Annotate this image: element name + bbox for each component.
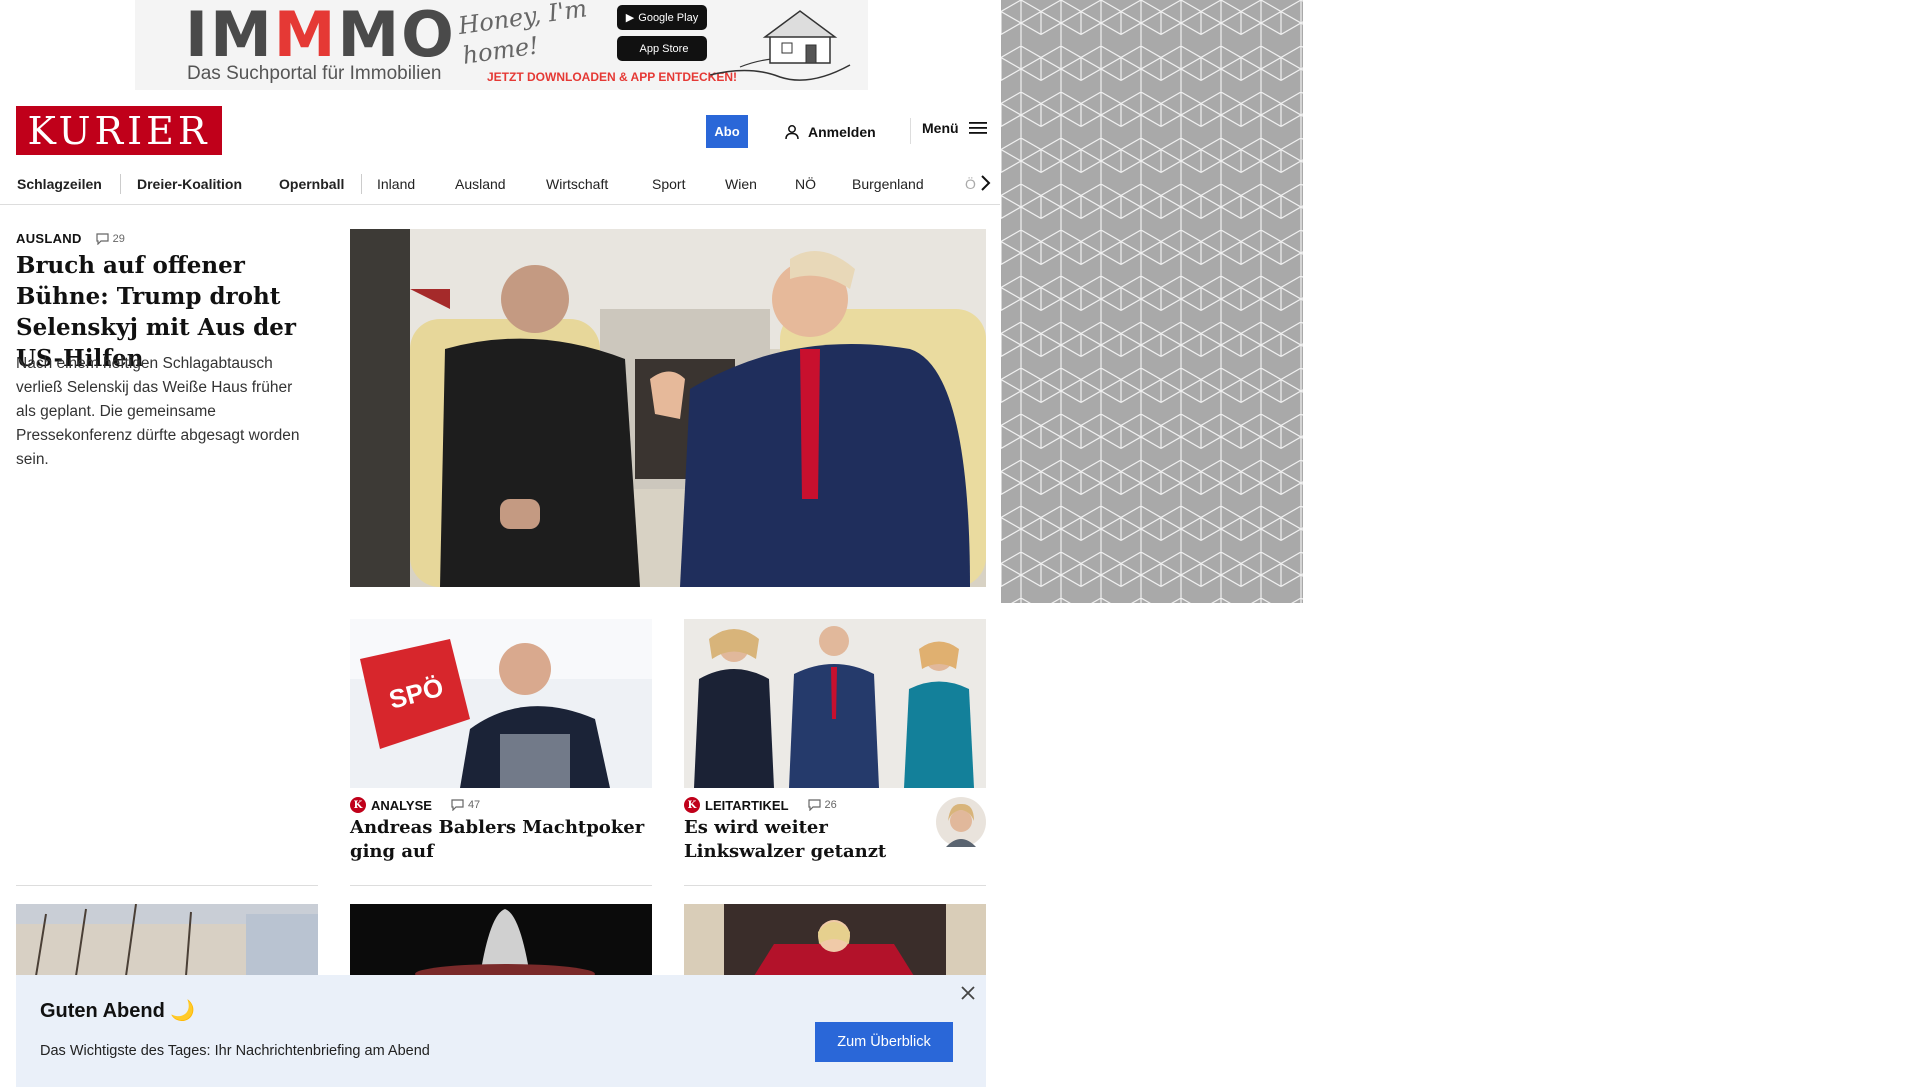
ad-banner[interactable]: IMMMO Das Suchportal für Immobilien Hone…: [135, 0, 868, 90]
login-label: Anmelden: [808, 124, 876, 140]
card-photo[interactable]: SPÖ: [350, 619, 652, 788]
comment-icon: [96, 232, 109, 245]
card-headline[interactable]: Andreas Bablers Machtpoker ging auf: [350, 816, 652, 864]
nav-item-truncated[interactable]: Ö: [965, 176, 976, 192]
card-meta: K LEITARTIKEL 26: [684, 797, 837, 813]
nav-divider: [120, 174, 121, 194]
photo-meeting: [350, 229, 986, 587]
menu-button[interactable]: Menü: [922, 120, 987, 136]
lead-kicker[interactable]: AUSLAND: [16, 231, 82, 246]
user-icon: [785, 125, 799, 140]
ad-script-text: Honey, I'm home!: [456, 0, 589, 70]
card-kicker[interactable]: LEITARTIKEL: [705, 798, 789, 813]
lead-teaser: Nach einem heftigen Schlagabtausch verli…: [16, 355, 300, 468]
card-photo[interactable]: [16, 904, 318, 976]
kurier-badge-icon: K: [350, 797, 366, 813]
evening-briefing-banner: Guten Abend 🌙 Das Wichtigste des Tages: …: [16, 975, 986, 1087]
card-photo[interactable]: [684, 619, 986, 788]
comment-icon: [807, 799, 821, 811]
photo-opera-ball: [684, 904, 986, 976]
divider: [684, 885, 986, 886]
photo-statue: [350, 904, 652, 976]
card-photo[interactable]: [684, 904, 986, 976]
overview-button[interactable]: Zum Überblick: [815, 1022, 953, 1062]
close-icon[interactable]: [958, 983, 978, 1003]
nav-item-wien[interactable]: Wien: [725, 176, 757, 192]
card-comments[interactable]: 47: [451, 799, 480, 811]
chevron-right-icon[interactable]: [978, 174, 992, 192]
nav-item-noe[interactable]: NÖ: [795, 176, 816, 192]
nav-divider: [361, 174, 362, 194]
google-play-badge[interactable]: ▶ Google Play: [617, 5, 707, 30]
play-icon: ▶: [625, 12, 635, 24]
divider: [350, 885, 652, 886]
nav-item-schlagzeilen[interactable]: Schlagzeilen: [17, 176, 102, 192]
divider: [16, 885, 318, 886]
ad-brand-logo: IMMMO: [185, 0, 456, 71]
nav-item-opernball[interactable]: Opernball: [279, 176, 344, 192]
abo-button[interactable]: Abo: [706, 115, 748, 148]
photo-street: [16, 904, 318, 976]
section-nav: Schlagzeilen Dreier-Koalition Opernball …: [0, 164, 1000, 205]
photo-speaker: SPÖ: [350, 619, 652, 788]
lead-meta: AUSLAND 29: [16, 231, 125, 246]
card-meta: K ANALYSE 47: [350, 797, 480, 813]
card-kicker[interactable]: ANALYSE: [371, 798, 432, 813]
login-button[interactable]: Anmelden: [784, 120, 876, 144]
background-pattern: [1001, 0, 1303, 603]
card-comments[interactable]: 26: [807, 799, 837, 811]
author-avatar[interactable]: [936, 797, 986, 847]
lead-photo[interactable]: [350, 229, 986, 587]
nav-item-inland[interactable]: Inland: [377, 176, 415, 192]
kurier-logo[interactable]: KURIER: [16, 106, 222, 155]
nav-item-wirtschaft[interactable]: Wirtschaft: [546, 176, 608, 192]
card-photo[interactable]: [350, 904, 652, 976]
lead-comments[interactable]: 29: [96, 233, 125, 245]
nav-item-burgenland[interactable]: Burgenland: [852, 176, 924, 192]
ad-subtitle: Das Suchportal für Immobilien: [187, 63, 442, 84]
briefing-text: Das Wichtigste des Tages: Ihr Nachrichte…: [40, 1043, 430, 1059]
ad-cta: JETZT DOWNLOADEN & APP ENTDECKEN!: [487, 70, 738, 84]
hamburger-icon: [968, 122, 987, 134]
briefing-title: Guten Abend 🌙: [40, 1000, 196, 1022]
house-hand-illustration: [710, 10, 851, 81]
comment-icon: [451, 799, 464, 811]
menu-label: Menü: [922, 120, 959, 136]
card-headline[interactable]: Es wird weiter Linkswalzer getanzt: [684, 816, 924, 864]
header-divider: [910, 118, 911, 144]
nav-item-sport[interactable]: Sport: [652, 176, 685, 192]
photo-politicians: [684, 619, 986, 788]
nav-item-ausland[interactable]: Ausland: [455, 176, 506, 192]
kurier-badge-icon: K: [684, 797, 700, 813]
nav-item-dreier-koalition[interactable]: Dreier-Koalition: [137, 176, 242, 192]
app-store-badge[interactable]: App Store: [617, 36, 707, 61]
